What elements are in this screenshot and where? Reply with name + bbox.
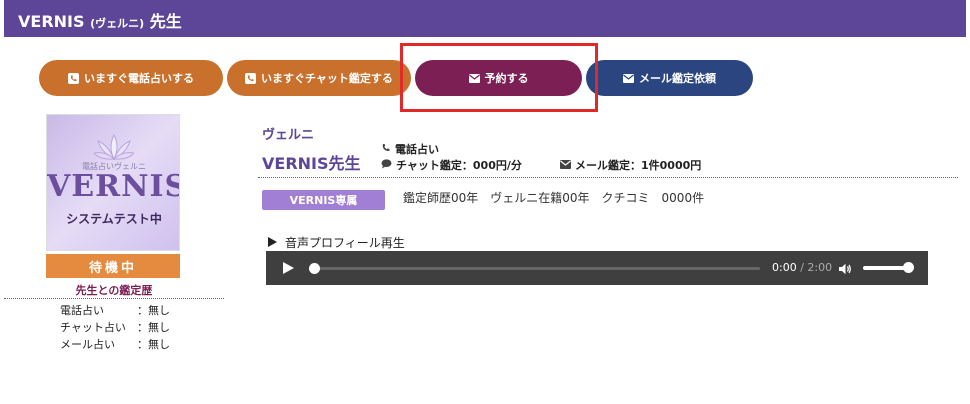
mail-request-label: メール鑑定依頼: [639, 72, 716, 85]
divider: [4, 298, 224, 299]
chat-now-button[interactable]: いますぐチャット鑑定する: [227, 60, 411, 96]
play-icon[interactable]: [283, 262, 294, 274]
envelope-icon: [623, 73, 634, 84]
career-info: 鑑定師歴00年 ヴェルニ在籍00年 クチコミ 0000件: [403, 191, 705, 205]
service-chat-label: チャット鑑定：000円/分: [396, 159, 522, 172]
status-badge: 待機中: [46, 254, 180, 278]
volume-handle[interactable]: [903, 262, 914, 273]
history-row: 電話占い ：無し: [60, 302, 170, 319]
chat-now-label: いますぐチャット鑑定する: [261, 72, 393, 85]
envelope-icon: [560, 159, 571, 172]
teacher-suffix-header: 先生: [149, 12, 182, 31]
teacher-name-header: VERNIS: [18, 12, 85, 31]
service-chat: チャット鑑定：000円/分: [381, 157, 522, 173]
history-row: メール占い ：無し: [60, 336, 170, 353]
service-phone: 電話占い: [381, 141, 439, 157]
service-mail-label: メール鑑定：1件0000円: [575, 159, 702, 172]
voice-profile-label: 音声プロフィール再生: [285, 236, 405, 250]
history-label: チャット占い: [60, 321, 126, 334]
call-now-button[interactable]: いますぐ電話占いする: [39, 60, 223, 96]
teacher-photo: 電話占いヴェルニ VERNIS システムテスト中: [46, 114, 180, 251]
lotus-icon: [94, 133, 134, 161]
history-label: メール占い: [60, 338, 115, 351]
history-list: 電話占い ：無し チャット占い ：無し メール占い ：無し: [60, 302, 170, 353]
history-value: ：無し: [137, 321, 170, 334]
header-bar: VERNIS (ヴェルニ) 先生: [4, 0, 966, 37]
service-mail: メール鑑定：1件0000円: [560, 157, 701, 173]
history-value: ：無し: [137, 304, 170, 317]
seek-handle[interactable]: [309, 263, 320, 274]
seek-bar[interactable]: [314, 267, 760, 270]
divider: [258, 177, 958, 178]
history-label: 電話占い: [60, 304, 104, 317]
volume-icon[interactable]: [838, 261, 852, 275]
phone-icon: [245, 72, 257, 84]
teacher-kana-header: (ヴェルニ): [90, 17, 145, 30]
highlight-box: [400, 43, 598, 112]
photo-logo: VERNIS: [47, 169, 180, 204]
total-time: 2:00: [807, 261, 833, 274]
photo-caption: システムテスト中: [66, 212, 162, 226]
service-phone-label: 電話占い: [395, 143, 439, 156]
page-title: VERNIS (ヴェルニ) 先生: [18, 8, 182, 32]
history-title: 先生との鑑定歴: [75, 284, 153, 297]
call-now-label: いますぐ電話占いする: [84, 72, 194, 85]
chat-bubble-icon: [381, 158, 392, 172]
mail-request-button[interactable]: メール鑑定依頼: [586, 60, 753, 96]
phone-icon: [381, 143, 391, 156]
time-display: 0:00 / 2:00: [772, 261, 832, 274]
audio-player: 0:00 / 2:00: [266, 251, 928, 285]
phone-icon: [68, 72, 79, 84]
exclusive-badge: VERNIS専属: [262, 190, 385, 210]
current-time: 0:00: [772, 261, 797, 274]
history-row: チャット占い ：無し: [60, 319, 170, 336]
voice-profile-toggle[interactable]: 音声プロフィール再生: [268, 234, 405, 251]
teacher-kana: ヴェルニ: [262, 128, 315, 143]
teacher-name: VERNIS先生: [262, 154, 361, 173]
history-value: ：無し: [137, 338, 170, 351]
time-separator: /: [796, 261, 808, 274]
triangle-right-icon: [268, 236, 277, 250]
